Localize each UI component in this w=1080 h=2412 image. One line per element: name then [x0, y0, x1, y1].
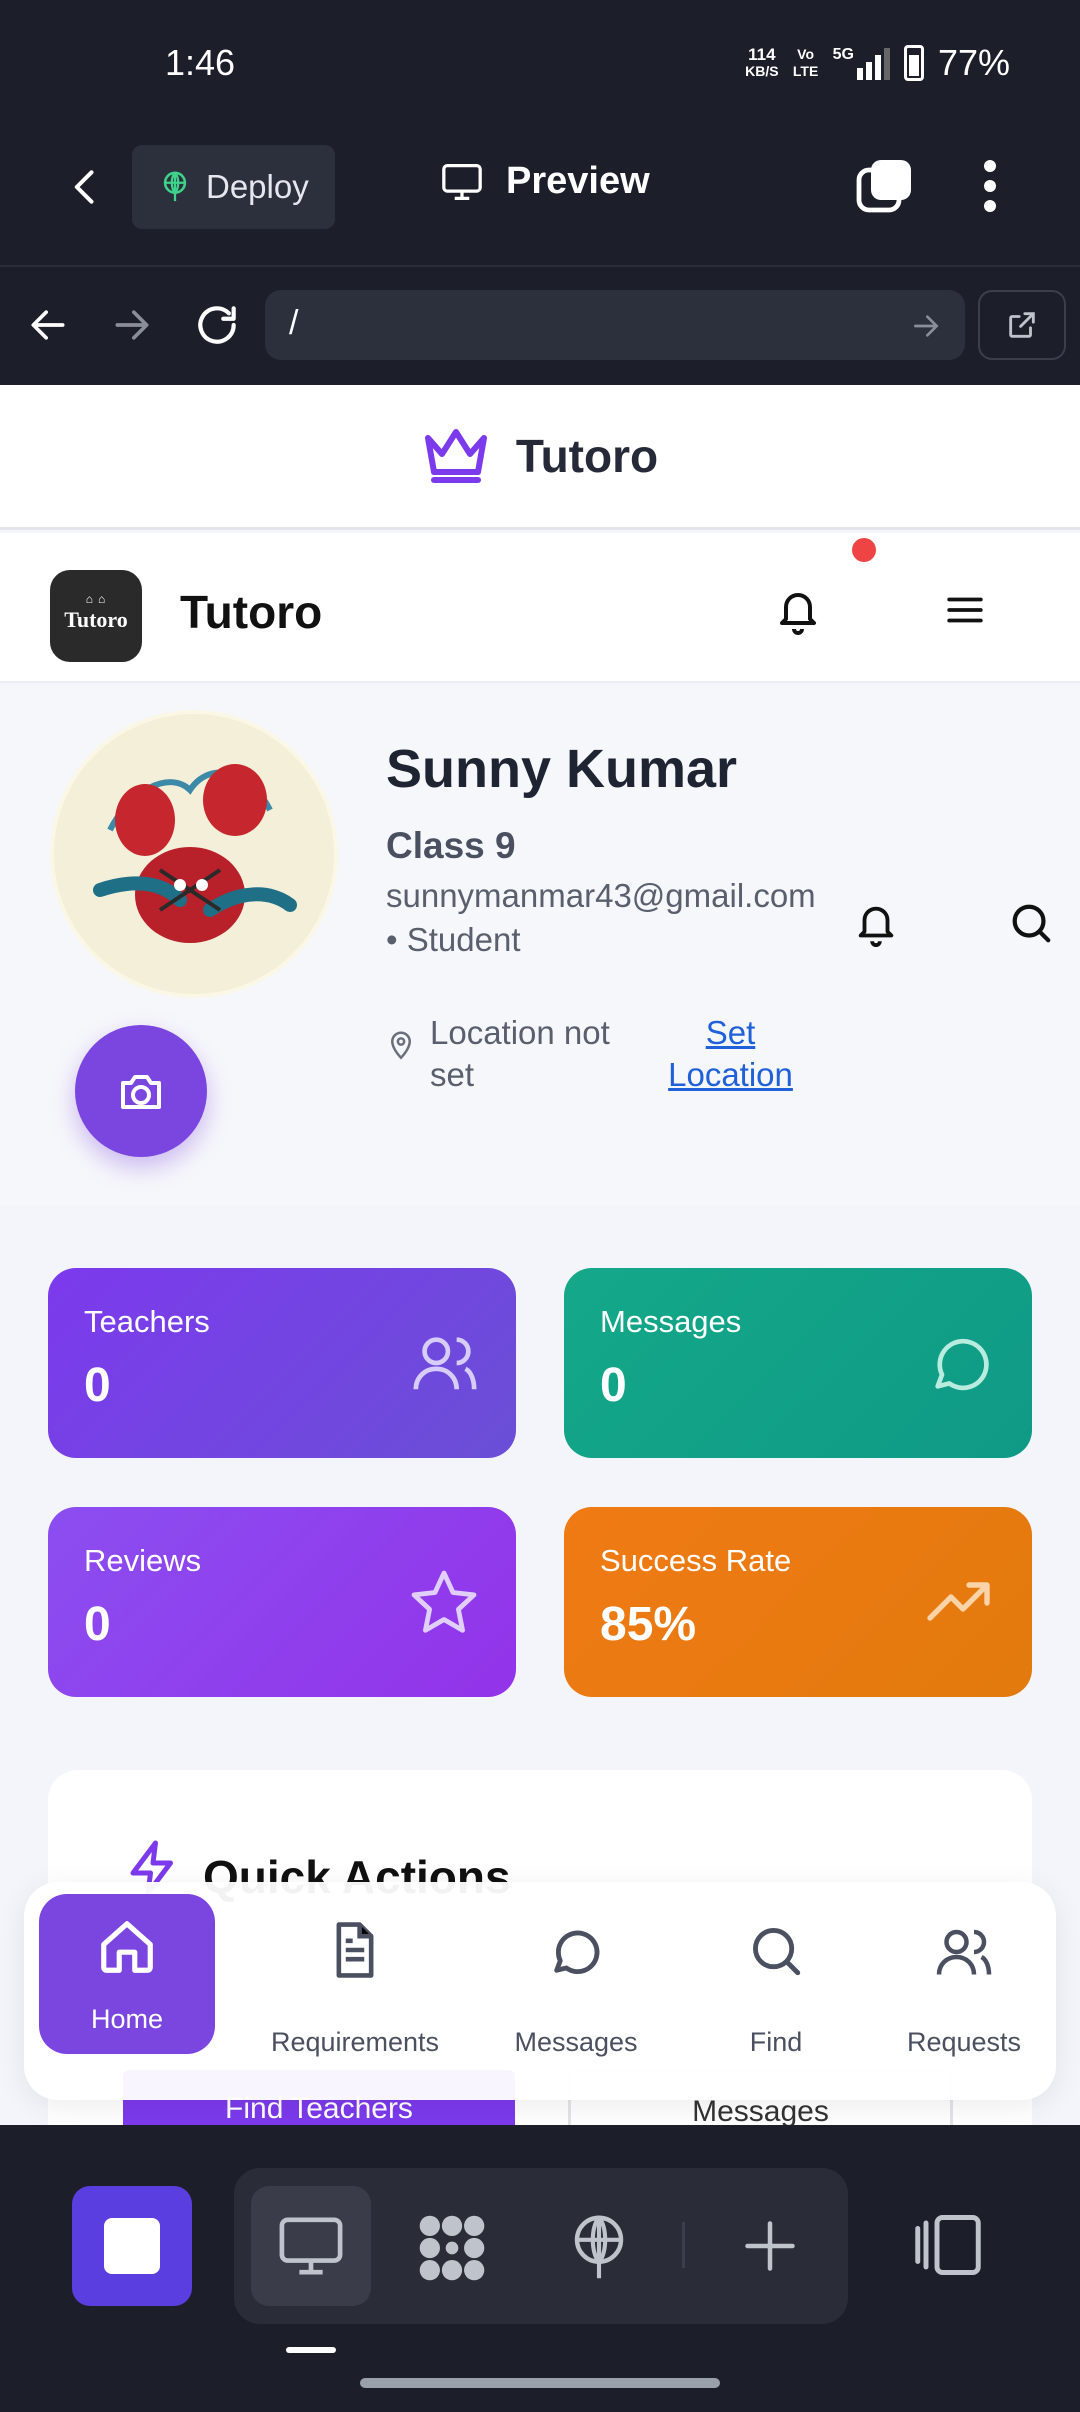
nav-home[interactable]: Home: [39, 1894, 215, 2054]
arrow-left-icon: [31, 310, 65, 340]
active-indicator: [286, 2347, 336, 2353]
crown-icon: [424, 429, 487, 483]
chevron-left-icon: [74, 170, 94, 204]
bottom-navigation: Home Requirements Messages Find Requests: [24, 1882, 1056, 2100]
volte-indicator: Vo LTE: [792, 46, 819, 79]
message-icon: [554, 1930, 600, 1974]
url-input[interactable]: /: [265, 290, 965, 360]
trending-up-icon: [927, 1582, 990, 1621]
status-time: 1:46: [165, 42, 236, 83]
location-status: Location not set: [430, 1014, 610, 1093]
set-location-link[interactable]: Set Location: [668, 1012, 793, 1096]
dock-divider: [682, 2222, 685, 2268]
tabs-icon: [856, 160, 911, 213]
home-icon: [101, 1921, 153, 1973]
document-icon: [336, 1922, 374, 1978]
message-icon: [935, 1338, 989, 1391]
nav-requirements[interactable]: Requirements: [250, 1882, 460, 2100]
change-photo-button[interactable]: [75, 1025, 207, 1157]
stop-button[interactable]: [72, 2186, 192, 2306]
browser-back-button[interactable]: [26, 303, 70, 347]
battery-icon: [903, 45, 924, 81]
avatar-illustration: [54, 714, 334, 994]
hamburger-menu-button[interactable]: [944, 589, 986, 631]
deploy-dock-button[interactable]: [566, 2210, 632, 2286]
site-brand: Tutoro: [515, 430, 659, 482]
bell-icon: [858, 906, 894, 947]
new-tab-button[interactable]: [740, 2216, 800, 2276]
profile-search-button[interactable]: [1008, 900, 1054, 946]
nav-find[interactable]: Find: [696, 1882, 856, 2100]
search-icon: [753, 1928, 801, 1976]
stop-icon: [104, 2218, 160, 2274]
monitor-icon: [442, 163, 482, 200]
arrow-right-icon: [914, 315, 939, 337]
menu-icon: [947, 597, 983, 623]
navbar-title: Tutoro: [180, 586, 323, 638]
avatar: [50, 710, 338, 998]
url-go-button[interactable]: [910, 310, 942, 342]
preview-tab[interactable]: Preview: [440, 160, 650, 203]
back-button[interactable]: [64, 162, 108, 212]
plus-icon: [745, 2221, 795, 2271]
stat-card-success-rate[interactable]: Success Rate 85%: [564, 1507, 1032, 1697]
browser-forward-button[interactable]: [110, 303, 154, 347]
profile-name: Sunny Kumar: [386, 739, 738, 799]
stat-card-messages[interactable]: Messages 0: [564, 1268, 1032, 1458]
more-vertical-icon: [984, 160, 996, 212]
users-icon: [413, 1337, 477, 1390]
open-external-button[interactable]: [978, 290, 1066, 360]
stat-card-teachers[interactable]: Teachers 0: [48, 1268, 516, 1458]
profile-section: Sunny Kumar Class 9 sunnymanmar43@gmail.…: [0, 685, 1080, 1205]
status-icons: 114 KB/S Vo LTE 5G 77%: [745, 42, 1010, 84]
profile-class: Class 9: [386, 825, 516, 866]
profile-role: • Student: [386, 921, 521, 958]
refresh-icon: [198, 306, 236, 344]
grid-blob-icon: [419, 2215, 485, 2281]
deploy-icon: [574, 2215, 624, 2279]
site-header: Tutoro: [0, 385, 1080, 530]
monitor-icon: [279, 2217, 343, 2275]
deploy-label: Deploy: [206, 168, 309, 205]
nav-messages[interactable]: Messages: [478, 1882, 674, 2100]
app-navbar: ⌂ ⌂ Tutoro Tutoro: [0, 533, 1080, 683]
battery-level: 77%: [937, 42, 1010, 83]
star-icon: [411, 1570, 477, 1633]
network-speed: 114 KB/S: [745, 45, 779, 79]
users-icon: [936, 1929, 992, 1975]
preview-label: Preview: [506, 160, 650, 202]
search-icon: [1012, 904, 1051, 943]
tabs-button[interactable]: [855, 158, 915, 218]
arrow-right-icon: [115, 310, 149, 340]
deploy-button[interactable]: Deploy: [132, 145, 335, 229]
navbar-notification-button[interactable]: [774, 585, 822, 637]
camera-icon: [121, 1075, 161, 1109]
external-link-icon: [1009, 312, 1035, 338]
home-indicator[interactable]: [360, 2378, 720, 2388]
layout-toggle-button[interactable]: [912, 2212, 984, 2278]
stat-card-reviews[interactable]: Reviews 0: [48, 1507, 516, 1697]
apps-button[interactable]: [414, 2210, 490, 2286]
nav-requests[interactable]: Requests: [884, 1882, 1044, 2100]
profile-notification-button[interactable]: [853, 898, 899, 950]
more-menu-button[interactable]: [982, 158, 998, 214]
desktop-view-button[interactable]: [251, 2186, 371, 2306]
status-bar: 1:46 114 KB/S Vo LTE 5G 77%: [0, 0, 1080, 125]
webview: Tutoro ⌂ ⌂ Tutoro Tutoro Sunny Kumar Cla…: [0, 385, 1080, 2125]
tutoro-logo[interactable]: ⌂ ⌂ Tutoro: [50, 570, 142, 662]
notification-dot: [852, 538, 876, 562]
location-pin-icon: [386, 1027, 416, 1061]
signal-icon: 5G: [833, 46, 890, 80]
bell-icon: [780, 593, 816, 635]
split-view-icon: [915, 2215, 981, 2275]
deploy-icon: [163, 171, 187, 202]
profile-email: sunnymanmar43@gmail.com: [386, 877, 816, 914]
reload-button[interactable]: [192, 300, 242, 350]
